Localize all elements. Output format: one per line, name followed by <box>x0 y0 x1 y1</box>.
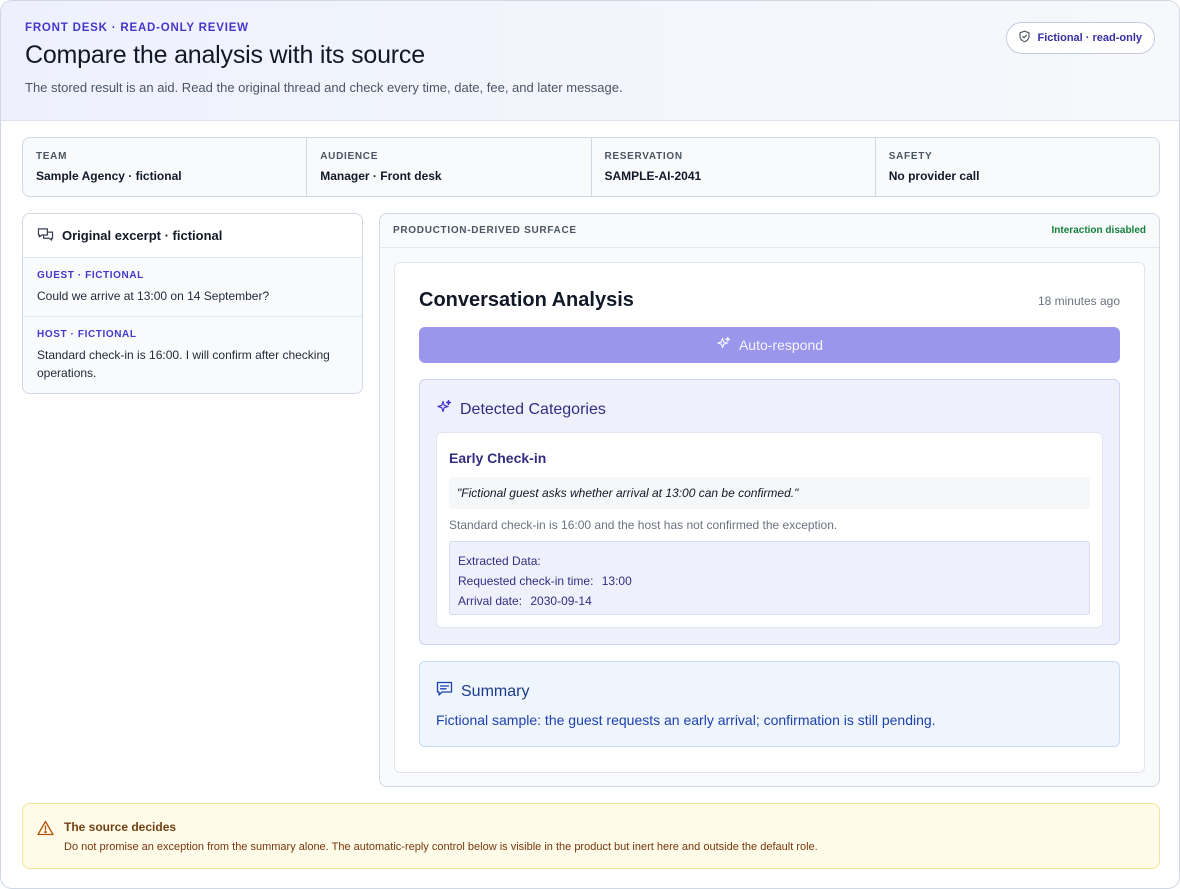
fictional-badge: Fictional · read-only <box>1006 22 1155 54</box>
page-title: Compare the analysis with its source <box>25 41 425 69</box>
original-excerpt-panel: Original excerpt · fictional GUEST · FIC… <box>22 213 363 394</box>
page-subtitle: The stored result is an aid. Read the or… <box>25 80 623 95</box>
meta-label: SAFETY <box>888 151 933 162</box>
meta-label: AUDIENCE <box>320 151 379 162</box>
extracted-field: Requested check-in time: 13:00 <box>458 571 1089 591</box>
meta-reservation: RESERVATION SAMPLE-AI-2041 <box>592 138 876 196</box>
production-surface: PRODUCTION-DERIVED SURFACE Interaction d… <box>379 213 1160 787</box>
surface-label: PRODUCTION-DERIVED SURFACE <box>393 225 577 236</box>
auto-respond-button[interactable]: Auto-respond <box>419 327 1120 363</box>
warning-title: The source decides <box>64 820 177 834</box>
meta-value: Sample Agency · fictional <box>36 169 182 183</box>
surface-header: PRODUCTION-DERIVED SURFACE Interaction d… <box>380 214 1159 248</box>
field-value: 13:00 <box>601 574 632 588</box>
summary-title: Summary <box>461 682 530 700</box>
page-eyebrow: FRONT DESK · READ-ONLY REVIEW <box>25 22 249 34</box>
sparkles-icon <box>716 336 731 354</box>
field-key: Requested check-in time: <box>458 574 594 588</box>
summary-section: Summary Fictional sample: the guest requ… <box>419 661 1120 747</box>
message-item: GUEST · FICTIONAL Could we arrive at 13:… <box>23 258 362 317</box>
meta-safety: SAFETY No provider call <box>876 138 1159 196</box>
excerpt-title: Original excerpt · fictional <box>62 228 223 243</box>
interaction-status: Interaction disabled <box>1051 225 1146 236</box>
meta-value: SAMPLE-AI-2041 <box>604 169 702 183</box>
message-square-icon <box>436 681 453 702</box>
message-text: Standard check-in is 16:00. I will confi… <box>37 348 330 380</box>
category-quote: "Fictional guest asks whether arrival at… <box>449 477 1090 509</box>
review-page: FRONT DESK · READ-ONLY REVIEW Compare th… <box>0 0 1180 889</box>
detected-categories-section: Detected Categories Early Check-in "Fict… <box>419 379 1120 645</box>
message-text: Could we arrive at 13:00 on 14 September… <box>37 289 270 303</box>
meta-value: No provider call <box>888 169 980 183</box>
extracted-data-title: Extracted Data: <box>458 554 541 568</box>
message-role: GUEST · FICTIONAL <box>37 270 144 281</box>
meta-value: Manager · Front desk <box>320 169 442 183</box>
field-value: 2030-09-14 <box>530 594 592 608</box>
meta-label: TEAM <box>36 151 68 162</box>
warning-text: Do not promise an exception from the sum… <box>64 841 818 853</box>
shield-icon <box>1018 30 1031 46</box>
categories-header: Detected Categories <box>436 399 606 420</box>
category-card: Early Check-in "Fictional guest asks whe… <box>436 432 1103 628</box>
extracted-data-box: Extracted Data: Requested check-in time:… <box>449 541 1090 615</box>
analysis-timestamp: 18 minutes ago <box>1037 294 1120 308</box>
excerpt-header: Original excerpt · fictional <box>23 214 362 258</box>
source-warning: The source decides Do not promise an exc… <box>22 803 1160 869</box>
reservation-meta: TEAM Sample Agency · fictional AUDIENCE … <box>22 137 1160 197</box>
sparkles-icon <box>436 399 452 420</box>
meta-audience: AUDIENCE Manager · Front desk <box>307 138 592 196</box>
badge-label: Fictional · read-only <box>1037 32 1142 44</box>
summary-text: Fictional sample: the guest requests an … <box>436 712 936 728</box>
meta-team: TEAM Sample Agency · fictional <box>23 138 308 196</box>
message-role: HOST · FICTIONAL <box>37 329 137 340</box>
field-key: Arrival date: <box>458 594 523 608</box>
page-header: FRONT DESK · READ-ONLY REVIEW Compare th… <box>1 1 1179 121</box>
chat-bubbles-icon <box>37 227 54 245</box>
category-explanation: Standard check-in is 16:00 and the host … <box>449 518 838 532</box>
categories-title: Detected Categories <box>460 400 606 418</box>
message-item: HOST · FICTIONAL Standard check-in is 16… <box>23 317 362 393</box>
summary-header: Summary <box>436 681 529 702</box>
category-name: Early Check-in <box>449 450 547 466</box>
analysis-card: Conversation Analysis 18 minutes ago Aut… <box>394 262 1145 773</box>
extracted-field: Arrival date: 2030-09-14 <box>458 591 1089 611</box>
meta-label: RESERVATION <box>604 151 683 162</box>
auto-respond-label: Auto-respond <box>738 337 824 353</box>
analysis-title: Conversation Analysis <box>419 289 634 311</box>
